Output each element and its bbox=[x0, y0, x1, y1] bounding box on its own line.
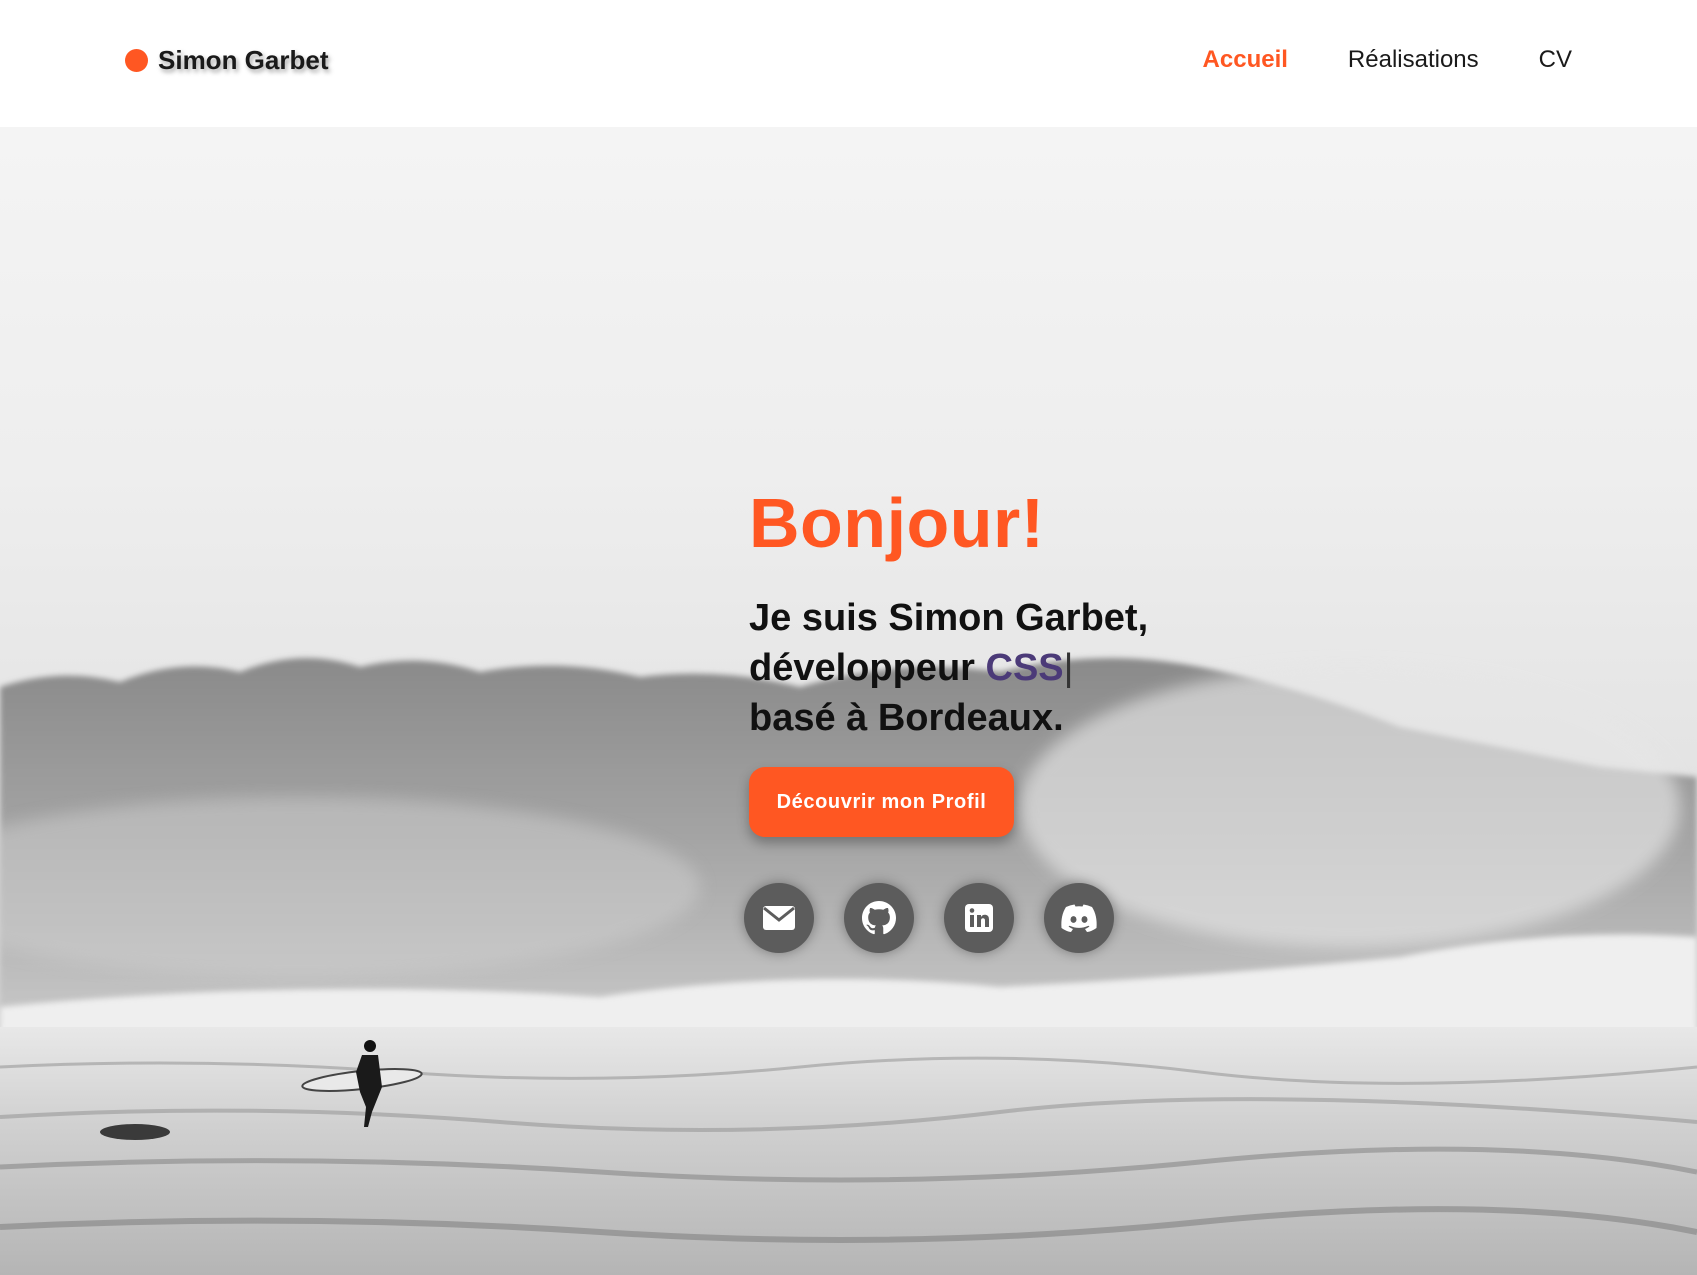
linkedin-link[interactable] bbox=[944, 883, 1014, 953]
nav-item-cv[interactable]: CV bbox=[1539, 46, 1572, 74]
hero-greeting: Bonjour! bbox=[749, 484, 1045, 562]
github-icon bbox=[862, 901, 896, 935]
typing-cursor: | bbox=[1063, 647, 1074, 689]
logo-text: Simon Garbet bbox=[158, 45, 329, 75]
hero-intro: Je suis Simon Garbet, développeur CSS| b… bbox=[749, 593, 1148, 743]
site-header: Simon Garbet Accueil Réalisations CV bbox=[0, 0, 1697, 127]
discord-icon bbox=[1061, 904, 1097, 932]
nav-item-accueil[interactable]: Accueil bbox=[1203, 46, 1288, 74]
intro-line-1: Je suis Simon Garbet, bbox=[749, 597, 1149, 639]
nav-item-realisations[interactable]: Réalisations bbox=[1348, 46, 1479, 74]
linkedin-icon bbox=[965, 904, 993, 932]
discord-link[interactable] bbox=[1044, 883, 1114, 953]
intro-line-2-prefix: développeur bbox=[749, 647, 975, 689]
discover-profile-button[interactable]: Découvrir mon Profil bbox=[749, 767, 1014, 837]
hero-content: Bonjour! Je suis Simon Garbet, développe… bbox=[749, 483, 1148, 743]
envelope-icon bbox=[763, 906, 795, 930]
intro-highlight-skill: CSS bbox=[985, 647, 1064, 689]
logo[interactable]: Simon Garbet bbox=[125, 45, 328, 76]
main-nav: Accueil Réalisations CV bbox=[1203, 46, 1572, 74]
social-links bbox=[744, 883, 1114, 953]
intro-line-3: basé à Bordeaux. bbox=[749, 697, 1064, 739]
logo-dot-icon bbox=[125, 49, 148, 72]
email-link[interactable] bbox=[744, 883, 814, 953]
github-link[interactable] bbox=[844, 883, 914, 953]
